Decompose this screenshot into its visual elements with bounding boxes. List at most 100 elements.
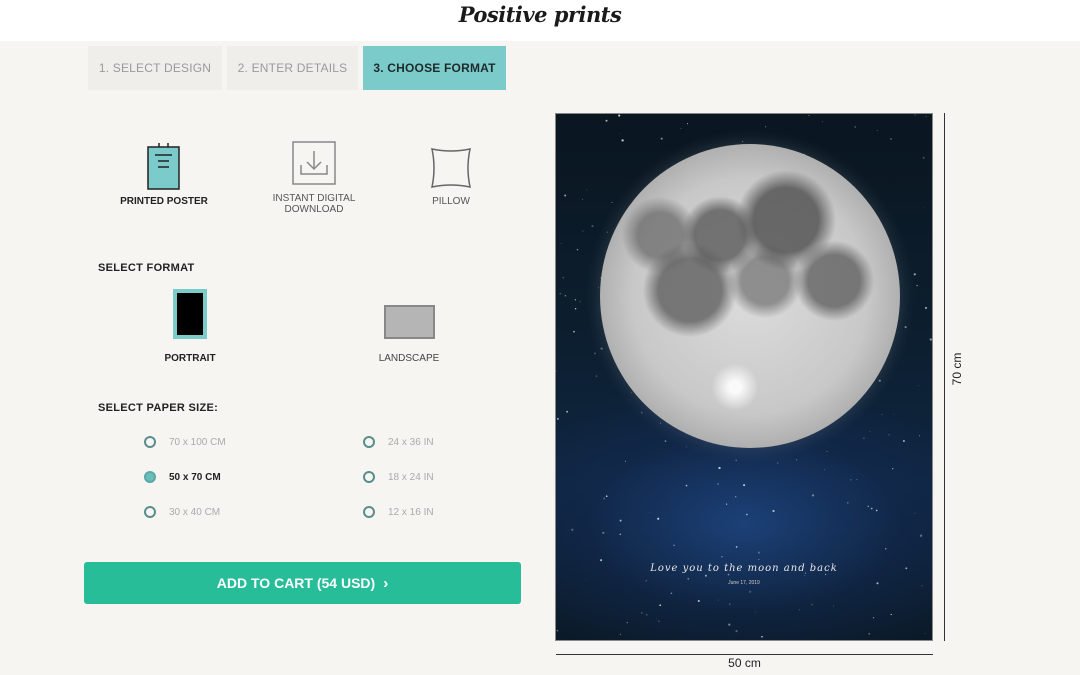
star [916,284,918,287]
star [893,413,895,415]
tab-select-design[interactable]: 1. SELECT DESIGN [88,46,222,90]
star [704,574,707,577]
star [728,603,731,605]
width-dimension-label: 50 cm [728,656,761,670]
radio-label: 30 x 40 CM [169,506,221,518]
star [598,286,599,288]
star [564,294,567,297]
add-to-cart-button[interactable]: ADD TO CART (54 USD) › [84,562,521,604]
paper-size-12x16in[interactable]: 12 x 16 IN [363,506,434,518]
star [591,225,594,228]
star [878,379,881,382]
star [556,417,559,420]
radio-label: 70 x 100 CM [169,436,226,448]
star [846,501,849,504]
star [670,592,673,595]
radio-button[interactable] [363,436,375,448]
step-tabs: 1. SELECT DESIGN 2. ENTER DETAILS 3. CHO… [88,46,506,90]
star [656,618,658,620]
select-paper-size-title: SELECT PAPER SIZE: [98,402,219,414]
poster-preview: Love you to the moon and back June 17, 2… [555,113,933,641]
landscape-icon [383,305,435,339]
product-digital-download[interactable]: INSTANT DIGITAL DOWNLOAD [254,140,374,215]
star [811,604,813,606]
star [923,207,925,209]
star [925,306,927,309]
star [868,632,871,635]
header: Positive prints [0,0,1080,41]
chevron-right-icon: › [383,574,389,592]
star [856,479,858,480]
star [913,273,916,276]
star [576,248,579,251]
format-portrait[interactable]: PORTRAIT [130,289,250,364]
star [686,446,687,448]
star [660,422,661,424]
star [621,139,624,142]
star [885,548,887,550]
product-pillow[interactable]: PILLOW [391,140,511,207]
star [594,352,596,355]
radio-button[interactable] [363,471,375,483]
radio-label: 50 x 70 CM [169,471,221,483]
moon-image [600,144,900,448]
add-to-cart-label: ADD TO CART (54 USD) [216,575,376,591]
star [606,231,609,233]
star [646,614,648,616]
star [717,599,719,601]
tab-enter-details[interactable]: 2. ENTER DETAILS [227,46,358,90]
radio-button[interactable] [144,506,156,518]
paper-size-70x100cm[interactable]: 70 x 100 CM [144,436,226,448]
star [772,509,775,513]
product-printed-poster[interactable]: PRINTED POSTER [104,140,224,207]
tab-choose-format[interactable]: 3. CHOOSE FORMAT [363,46,506,90]
paper-size-18x24in[interactable]: 18 x 24 IN [363,471,434,483]
star [922,156,925,159]
star [890,613,892,616]
star [870,507,873,510]
star [717,483,720,485]
radio-button[interactable] [363,506,375,518]
paper-size-24x36in[interactable]: 24 x 36 IN [363,436,434,448]
radio-button[interactable] [144,471,156,483]
star [605,495,608,498]
star [602,531,605,534]
star [618,114,621,117]
star [914,114,916,116]
product-label: PRINTED POSTER [120,196,208,207]
star [824,469,825,471]
star [735,496,737,498]
download-icon [292,141,336,185]
star [726,503,728,505]
star [600,559,603,562]
paper-size-50x70cm[interactable]: 50 x 70 CM [144,471,221,483]
star [619,133,621,135]
star [824,573,827,576]
paper-size-30x40cm[interactable]: 30 x 40 CM [144,506,220,518]
star [640,411,643,414]
star [579,301,581,303]
radio-button[interactable] [144,436,156,448]
star [582,230,584,232]
star [748,590,752,593]
star [574,308,577,310]
star [888,434,890,436]
star [876,130,878,131]
star [902,439,905,443]
star [641,612,643,614]
star [559,292,562,295]
radio-label: 18 x 24 IN [388,471,434,483]
star [556,370,557,372]
star [914,512,916,514]
star [556,629,559,632]
format-landscape[interactable]: LANDSCAPE [349,289,469,364]
star [796,459,798,461]
star [573,330,575,333]
star [582,198,584,200]
star [919,534,923,537]
logo[interactable]: Positive prints [0,2,1080,27]
star [603,497,606,500]
star [664,440,667,442]
star [660,137,663,140]
star [619,533,622,536]
